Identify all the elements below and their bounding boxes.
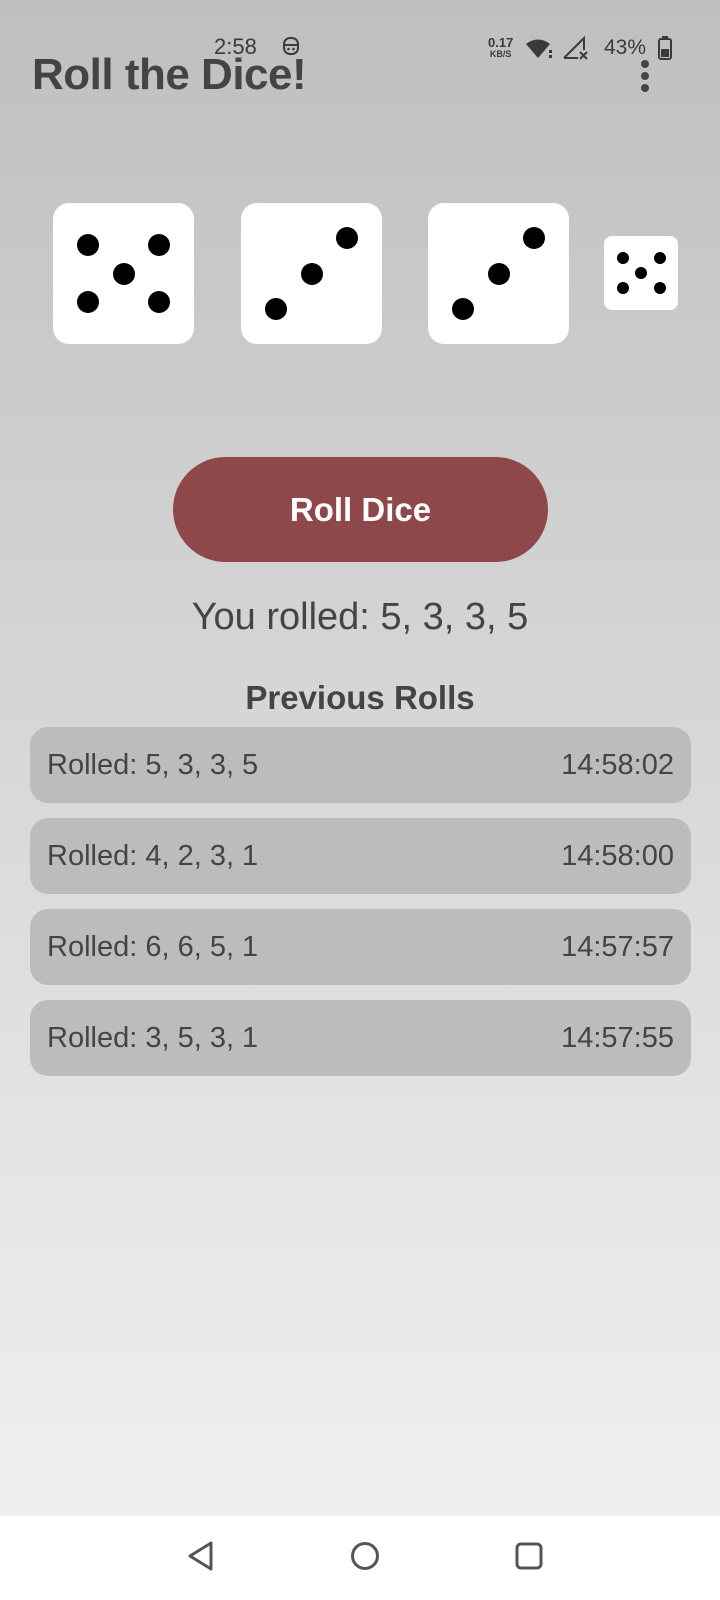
die-pip bbox=[522, 227, 545, 250]
die-pip bbox=[77, 290, 100, 313]
previous-rolls-heading: Previous Rolls bbox=[245, 679, 475, 716]
die-pip bbox=[77, 234, 100, 257]
battery-percentage: 43% bbox=[604, 36, 647, 59]
history-roll-values: Rolled: 3, 5, 3, 1 bbox=[47, 1021, 259, 1054]
home-icon[interactable] bbox=[350, 1541, 380, 1571]
die-pip bbox=[147, 290, 170, 313]
die-pip bbox=[452, 297, 475, 320]
die-pip bbox=[300, 262, 323, 285]
history-roll-time: 14:57:55 bbox=[561, 1021, 674, 1054]
die-3 bbox=[428, 203, 569, 344]
network-speed-value: 0.17 bbox=[488, 35, 514, 50]
history-roll-values: Rolled: 4, 2, 3, 1 bbox=[47, 839, 259, 872]
die-pip bbox=[487, 262, 510, 285]
system-nav-bar bbox=[0, 1516, 720, 1600]
network-speed: 0.17 KB/S bbox=[488, 36, 513, 60]
more-vert-dot bbox=[641, 84, 649, 92]
die-1 bbox=[53, 203, 194, 344]
history-roll-values: Rolled: 6, 6, 5, 1 bbox=[47, 930, 259, 963]
die-pip bbox=[616, 252, 629, 265]
more-vert-dot bbox=[641, 72, 649, 80]
history-roll-values: Rolled: 5, 3, 3, 5 bbox=[47, 748, 259, 781]
history-roll-time: 14:57:57 bbox=[561, 930, 674, 963]
network-speed-unit: KB/S bbox=[489, 49, 512, 59]
roll-result-text: You rolled: 5, 3, 3, 5 bbox=[191, 596, 529, 638]
die-pip bbox=[147, 234, 170, 257]
signal-icon bbox=[563, 36, 588, 60]
history-roll-time: 14:58:00 bbox=[561, 839, 674, 872]
recents-icon[interactable] bbox=[514, 1541, 544, 1571]
die-pip bbox=[265, 297, 288, 320]
die-pip bbox=[653, 281, 666, 294]
history-row: Rolled: 3, 5, 3, 1 14:57:55 bbox=[30, 1000, 691, 1076]
die-pip bbox=[635, 267, 647, 279]
wifi-icon bbox=[526, 39, 552, 58]
more-vert-icon bbox=[641, 60, 649, 68]
app-title: Roll the Dice! bbox=[32, 50, 307, 99]
more-options-button[interactable] bbox=[630, 58, 660, 94]
history-row: Rolled: 5, 3, 3, 5 14:58:02 bbox=[30, 727, 691, 803]
history-row: Rolled: 6, 6, 5, 1 14:57:57 bbox=[30, 909, 691, 985]
history-roll-time: 14:58:02 bbox=[561, 748, 674, 781]
die-pip bbox=[335, 227, 358, 250]
die-2 bbox=[241, 203, 382, 344]
die-pip bbox=[653, 252, 666, 265]
battery-icon bbox=[658, 36, 672, 60]
die-4 bbox=[604, 236, 678, 310]
roll-dice-button[interactable]: Roll Dice bbox=[173, 457, 548, 562]
die-pip bbox=[616, 281, 629, 294]
back-icon[interactable] bbox=[186, 1540, 216, 1572]
history-row: Rolled: 4, 2, 3, 1 14:58:00 bbox=[30, 818, 691, 894]
die-pip bbox=[112, 262, 135, 285]
